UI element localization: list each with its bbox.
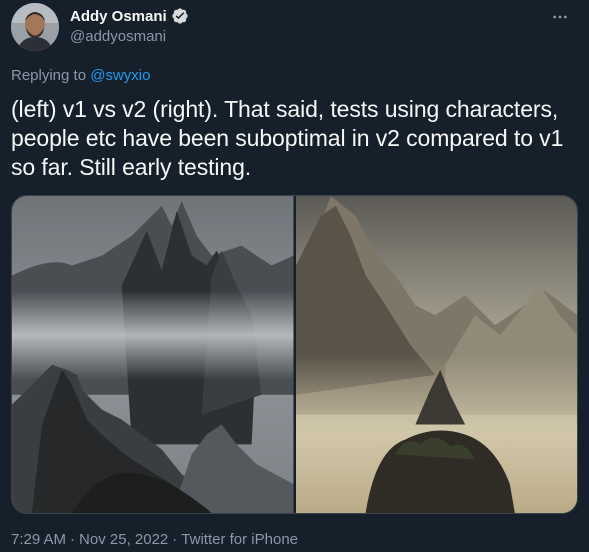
tweet-time[interactable]: 7:29 AM: [11, 531, 66, 548]
media-image-left[interactable]: [12, 196, 294, 513]
reply-context: Replying to @swyxio: [11, 67, 150, 84]
tweet-meta: 7:29 AM · Nov 25, 2022 · Twitter for iPh…: [11, 531, 298, 548]
tweet: Addy Osmani @addyosmani Replying to @swy…: [0, 0, 589, 552]
reply-mention-link[interactable]: @swyxio: [90, 67, 150, 84]
tweet-text: (left) v1 vs v2 (right). That said, test…: [11, 96, 564, 180]
author-handle[interactable]: @addyosmani: [70, 28, 189, 45]
verified-badge-icon: [171, 7, 189, 25]
more-options-icon: [553, 15, 567, 19]
avatar[interactable]: [11, 3, 59, 51]
more-options-button[interactable]: [545, 2, 575, 32]
meta-separator: ·: [172, 531, 178, 548]
reply-prefix: Replying to: [11, 67, 91, 84]
media-grid: [11, 195, 578, 514]
author-name[interactable]: Addy Osmani: [70, 8, 167, 25]
tweet-source[interactable]: Twitter for iPhone: [181, 531, 298, 548]
author-name-row: Addy Osmani: [70, 7, 189, 25]
tweet-date[interactable]: Nov 25, 2022: [79, 531, 168, 548]
author-block: Addy Osmani @addyosmani: [70, 7, 189, 45]
media-image-right[interactable]: [295, 196, 577, 513]
meta-separator: ·: [70, 531, 76, 548]
avatar-image: [11, 3, 59, 51]
